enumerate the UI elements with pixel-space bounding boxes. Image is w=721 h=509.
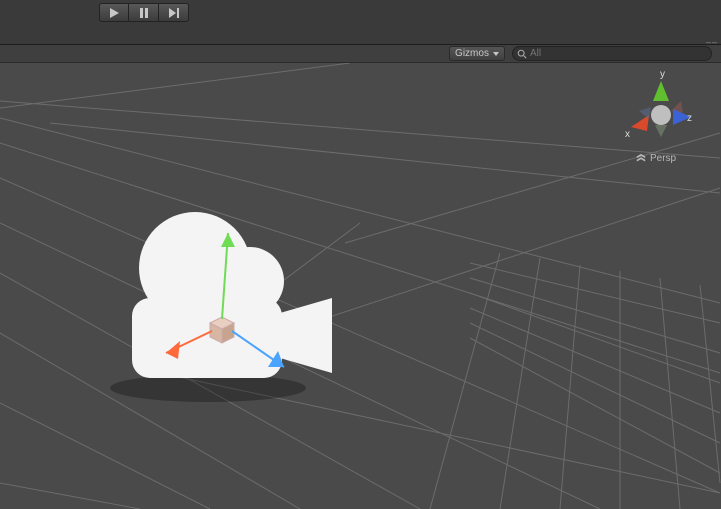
scene-view[interactable]: y x z Persp (0, 63, 721, 509)
projection-label: Persp (650, 153, 676, 164)
search-icon (517, 49, 527, 59)
scene-search[interactable] (512, 46, 712, 61)
top-toolbar: –– (0, 0, 721, 45)
gizmos-dropdown[interactable]: Gizmos (449, 46, 505, 61)
camera-icon (132, 212, 332, 378)
orientation-gizmo[interactable]: y x z Persp (621, 71, 701, 171)
projection-toggle[interactable]: Persp (636, 153, 676, 164)
gizmos-label: Gizmos (455, 48, 489, 59)
play-button[interactable] (99, 3, 129, 22)
scene-search-input[interactable] (530, 48, 707, 59)
gizmo-center-cube[interactable] (210, 317, 234, 343)
scene-toolbar: Gizmos (0, 45, 721, 63)
pause-icon (138, 7, 150, 19)
axis-label-z: z (687, 113, 692, 124)
playback-controls (99, 3, 189, 22)
scene-camera-object[interactable] (80, 173, 340, 433)
play-icon (108, 7, 120, 19)
step-button[interactable] (159, 3, 189, 22)
perspective-icon (636, 154, 646, 164)
axis-label-x: x (625, 129, 630, 140)
pause-button[interactable] (129, 3, 159, 22)
step-icon (168, 7, 180, 19)
axis-label-y: y (660, 69, 665, 80)
chevron-down-icon (493, 52, 499, 56)
